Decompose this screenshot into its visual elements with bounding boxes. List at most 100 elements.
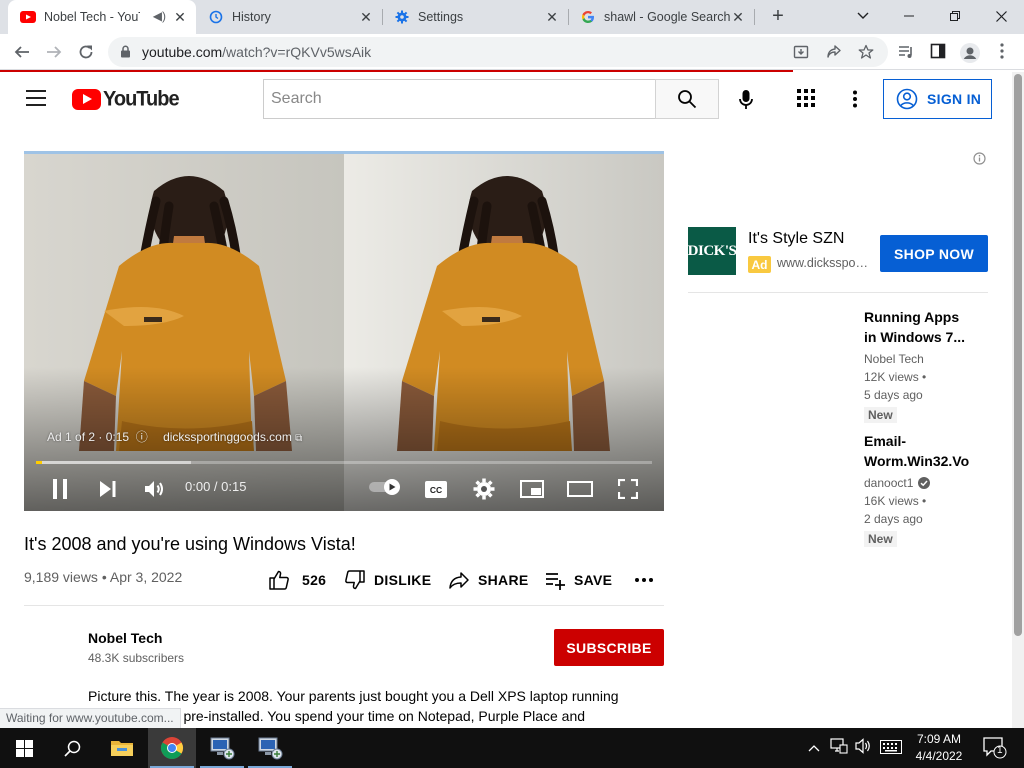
new-tab-button[interactable]: + — [767, 5, 789, 27]
recommended-title-line: in Windows 7... — [864, 329, 965, 345]
fullscreen-button[interactable] — [612, 473, 644, 505]
google-favicon-icon — [580, 9, 596, 25]
played-bar — [36, 461, 43, 464]
subscriber-count: 48.3K subscribers — [88, 651, 185, 665]
chrome-menu-icon[interactable] — [993, 43, 1011, 61]
share-icon[interactable] — [826, 44, 842, 60]
video-meta: 9,189 views • Apr 3, 2022 — [24, 569, 182, 585]
network-status-icon[interactable] — [830, 738, 848, 757]
forward-arrow-icon[interactable] — [40, 38, 68, 66]
apps-grid-icon[interactable] — [797, 89, 817, 109]
section-divider — [24, 605, 664, 606]
side-panel-icon[interactable] — [929, 43, 947, 61]
youtube-favicon-icon — [20, 9, 36, 25]
show-hidden-icons-chevron-icon[interactable] — [808, 740, 820, 755]
back-arrow-icon[interactable] — [8, 38, 36, 66]
close-tab-icon[interactable]: ✕ — [544, 9, 560, 25]
keyboard-icon[interactable] — [880, 740, 902, 757]
shop-now-button[interactable]: SHOP NOW — [880, 235, 988, 272]
tab-separator — [754, 9, 755, 25]
close-tab-icon[interactable]: ✕ — [730, 9, 746, 25]
hamburger-menu-icon[interactable] — [26, 90, 46, 106]
taskbar-clock[interactable]: 7:09 AM 4/4/2022 — [905, 731, 973, 765]
settings-more-icon[interactable] — [845, 89, 865, 109]
recommended-channel: danooct1 — [864, 476, 914, 490]
audio-playing-icon[interactable]: ◀) — [153, 9, 166, 23]
bookmark-star-icon[interactable] — [858, 44, 874, 60]
search-input[interactable] — [264, 80, 656, 118]
autoplay-toggle[interactable] — [368, 478, 402, 496]
notification-count: 1 — [997, 745, 1003, 756]
tab-google-search[interactable]: shawl - Google Search ✕ — [568, 0, 754, 34]
tab-history[interactable]: History ✕ — [196, 0, 382, 34]
save-button[interactable]: SAVE — [544, 568, 612, 592]
close-tab-icon[interactable]: ✕ — [172, 9, 188, 25]
tab-search-chevron-icon[interactable] — [840, 0, 886, 32]
like-button[interactable]: 526 — [268, 568, 326, 592]
mute-button[interactable] — [139, 473, 171, 505]
page-scrollbar-thumb[interactable] — [1014, 74, 1022, 636]
pause-button[interactable] — [44, 473, 76, 505]
file-explorer-button[interactable] — [98, 728, 146, 768]
network-app-taskbar-button[interactable] — [246, 728, 294, 768]
ad-info-icon[interactable] — [973, 152, 986, 170]
chrome-icon — [161, 737, 183, 759]
media-control-icon[interactable] — [897, 43, 915, 61]
subscribe-button[interactable]: SUBSCRIBE — [554, 629, 664, 666]
lock-icon[interactable] — [120, 45, 131, 63]
recommended-age: 2 days ago — [864, 512, 923, 526]
pause-icon — [53, 479, 67, 499]
tab-settings[interactable]: Settings ✕ — [382, 0, 568, 34]
verified-check-icon — [918, 477, 931, 489]
theater-mode-button[interactable] — [564, 473, 596, 505]
advertiser-logo-text: DICK'S — [687, 242, 737, 259]
dislike-button[interactable]: DISLIKE — [344, 568, 431, 592]
miniplayer-button[interactable] — [516, 473, 548, 505]
ad-title[interactable]: It's Style SZN — [748, 230, 844, 248]
restore-button[interactable] — [932, 0, 978, 32]
video-progress-bar[interactable] — [36, 461, 652, 464]
profile-avatar-icon[interactable] — [960, 43, 980, 63]
minimize-button[interactable] — [886, 0, 932, 32]
windows-logo-icon — [15, 739, 33, 757]
youtube-logo[interactable]: YouTube — [72, 87, 180, 111]
browser-status-bubble: Waiting for www.youtube.com... — [0, 708, 181, 728]
install-app-icon[interactable] — [793, 44, 809, 60]
close-window-button[interactable] — [978, 0, 1024, 32]
video-player[interactable]: Ad 1 of 2 · 0:15 ⓘ dickssportinggoods.co… — [24, 151, 664, 511]
youtube-play-logo-icon — [72, 89, 101, 110]
advertiser-logo[interactable]: DICK'S — [687, 227, 737, 275]
start-button[interactable] — [0, 728, 48, 768]
ad-domain-link[interactable]: dickssportinggoods.com — [163, 430, 292, 444]
buffer-bar — [36, 461, 191, 464]
share-button[interactable]: SHARE — [448, 568, 529, 592]
subtitles-button[interactable]: CC — [420, 473, 452, 505]
volume-tray-icon[interactable] — [855, 738, 873, 757]
tab-title: Settings — [418, 10, 464, 24]
sign-in-button[interactable]: SIGN IN — [883, 79, 992, 119]
chrome-taskbar-button[interactable] — [148, 728, 196, 768]
reload-icon[interactable] — [72, 38, 100, 66]
save-label: SAVE — [574, 572, 613, 588]
settings-button[interactable] — [468, 473, 500, 505]
remote-desktop-taskbar-button[interactable] — [198, 728, 246, 768]
more-actions-button[interactable] — [634, 568, 662, 592]
search-button[interactable] — [655, 79, 719, 119]
external-link-icon: ⧉ — [295, 433, 303, 444]
ad-url[interactable]: www.dickssportinggoods.com — [777, 256, 870, 270]
dislike-label: DISLIKE — [374, 572, 432, 588]
recommended-video[interactable]: Email- Worm.Win32.Vo danooct1 16K views … — [864, 431, 994, 548]
next-button[interactable] — [92, 473, 124, 505]
close-tab-icon[interactable]: ✕ — [358, 9, 374, 25]
sidebar-divider — [688, 292, 988, 293]
recommended-video[interactable]: Running Apps in Windows 7... Nobel Tech … — [864, 307, 994, 424]
skip-next-icon — [100, 481, 116, 497]
channel-name[interactable]: Nobel Tech — [88, 630, 162, 646]
search-icon — [678, 90, 697, 109]
voice-search-mic-icon[interactable] — [734, 88, 758, 112]
notification-center-icon[interactable]: 1 — [983, 737, 1007, 762]
address-bar[interactable]: youtube.com/watch?v=rQKVv5wsAik — [108, 37, 888, 67]
tab-youtube[interactable]: Nobel Tech - YouTube ◀) ✕ — [8, 0, 196, 34]
ad-info-icon[interactable]: ⓘ — [132, 430, 148, 444]
taskbar-search-button[interactable] — [48, 728, 96, 768]
